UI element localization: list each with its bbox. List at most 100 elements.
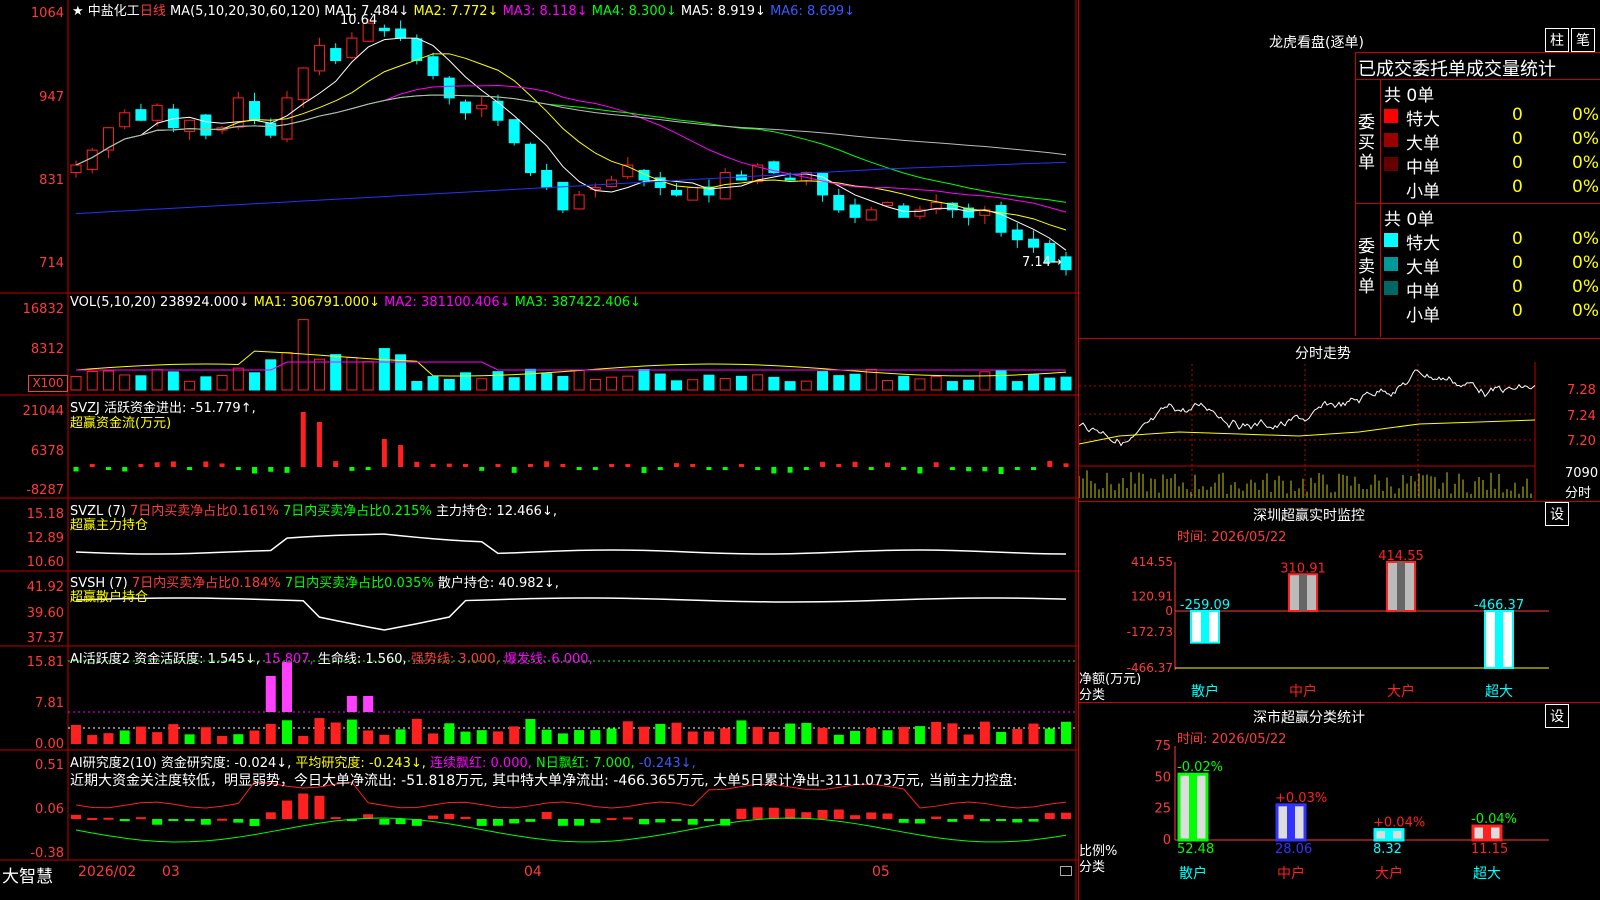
sell-order-label: 委卖单 — [1358, 237, 1375, 297]
period-label[interactable]: 日线 — [140, 4, 166, 19]
class-bar-stripe — [1385, 829, 1393, 840]
research-bar — [914, 819, 925, 824]
activity-bar — [979, 721, 990, 744]
activity-bar — [639, 726, 650, 744]
monitor-axis-tick: 120.91 — [1131, 590, 1173, 604]
money-flow-bar — [901, 467, 907, 470]
ai2-axis-tick: 0.51 — [35, 758, 64, 773]
activity-bar — [914, 726, 925, 744]
order-count: 0 — [1512, 253, 1523, 273]
money-flow-bar — [755, 467, 761, 470]
money-flow-bar — [803, 467, 809, 470]
volume-bar — [86, 370, 98, 391]
sz-class-chart: 75 50 25 0 -0.02% 52.48 散户 +0.03% 28.06 中户 +0.04% 8… — [1154, 739, 1549, 882]
money-flow-bar — [170, 461, 176, 467]
class-axis-tick: 50 — [1154, 770, 1171, 785]
sz-monitor-ylabel2: 分类 — [1079, 688, 1106, 703]
activity-bar — [606, 728, 617, 744]
volume-bar — [476, 378, 488, 391]
activity-bar — [655, 723, 666, 744]
order-percent: 0% — [1572, 277, 1599, 297]
volume-bar — [654, 373, 666, 391]
vol-header: VOL(5,10,20) 238924.000↓ MA1: 306791.000… — [70, 295, 641, 310]
candle-body — [378, 27, 390, 32]
svsh-ratio2: 7日内买卖净占比0.035% — [284, 576, 434, 591]
research-bar — [492, 819, 503, 826]
candle-body — [265, 122, 277, 136]
ai1-lifeline: 生命线: 1.560, — [317, 652, 407, 667]
svzl-axis-tick: 12.89 — [26, 531, 64, 546]
candle-body — [119, 112, 131, 128]
money-flow-bar — [479, 467, 485, 471]
svsh-axis-tick: 39.60 — [26, 606, 64, 621]
activity-bar — [703, 731, 714, 744]
svsh-subtitle: 超赢散户持仓 — [70, 590, 149, 605]
candle-body — [200, 114, 212, 136]
research-bar — [979, 819, 990, 822]
class-category-label: 大户 — [1375, 865, 1403, 882]
class-value-label: 28.06 — [1275, 842, 1312, 857]
research-bar — [882, 813, 893, 819]
volume-bar — [784, 381, 796, 391]
low-price-mark: 7.14→ — [1022, 255, 1062, 270]
research-bar — [850, 815, 861, 819]
lock-icon[interactable] — [1060, 866, 1072, 876]
candle-body — [1028, 238, 1040, 248]
svzj-subtitle: 超赢资金流(万元) — [70, 416, 172, 431]
activity-bar — [281, 720, 292, 744]
activity-bar — [200, 727, 211, 744]
candle-body — [102, 127, 114, 151]
ai2-extra: -0.243↓, — [638, 756, 696, 771]
main-axis-tick: 831 — [39, 173, 64, 188]
vol-title: VOL(5,10,20) — [70, 295, 156, 310]
volume-bar — [638, 368, 650, 391]
activity-bar — [460, 731, 471, 744]
kline-chart-area[interactable]: ★ 中盐化工日线 MA(5,10,20,30,60,120) MA1: 7.48… — [0, 0, 1078, 900]
monitor-axis-tick: 414.55 — [1131, 555, 1173, 569]
volume-bar — [102, 370, 114, 391]
vol-unit-button[interactable]: X100 — [28, 375, 68, 392]
money-flow-bar — [609, 464, 615, 467]
activity-bar — [492, 731, 503, 744]
volume-bar — [249, 372, 261, 391]
svzl-ratio2: 7日内买卖净占比0.215% — [282, 504, 432, 519]
volume-bar — [313, 358, 325, 391]
activity-bar — [395, 729, 406, 744]
research-bar — [996, 819, 1007, 821]
activity-bar — [346, 719, 357, 744]
svzj-axis-tick: 21044 — [22, 404, 64, 419]
activity-bar — [1028, 723, 1039, 744]
activity-bar — [801, 722, 812, 744]
volume-bar — [330, 354, 342, 391]
research-bar — [460, 816, 471, 819]
sz-class-ylabel2: 分类 — [1079, 860, 1106, 875]
money-flow-bar — [154, 462, 160, 467]
money-flow-bar — [349, 467, 355, 471]
monitor-bar-stripe — [1397, 562, 1405, 611]
research-bar — [168, 819, 179, 821]
order-type-label: 大单 — [1406, 258, 1440, 278]
money-flow-bar — [333, 461, 339, 467]
candle-body — [346, 37, 358, 59]
ai1-peak: 15.807, — [264, 652, 314, 667]
order-percent: 0% — [1572, 129, 1599, 149]
activity-bar — [622, 721, 633, 744]
star-icon[interactable]: ★ — [72, 4, 84, 19]
research-bar — [655, 819, 666, 823]
candle-body — [995, 205, 1007, 233]
activity-bar — [866, 727, 877, 744]
research-bar — [866, 812, 877, 819]
tick-mode-button[interactable]: 笔 — [1571, 28, 1595, 52]
volume-bar — [443, 378, 455, 391]
money-flow-bar — [592, 467, 598, 471]
money-flow-bar — [560, 464, 566, 467]
intraday-chart[interactable] — [1079, 362, 1600, 502]
svzl-axis-tick: 10.60 — [26, 555, 64, 570]
volume-bar — [752, 374, 764, 391]
ai2-axis-tick: 0.06 — [35, 802, 64, 817]
activity-bar — [363, 730, 374, 744]
volume-bar — [281, 352, 293, 391]
bar-mode-button[interactable]: 柱 — [1545, 28, 1569, 52]
activity-bar — [947, 723, 958, 744]
volume-bar — [541, 373, 553, 391]
